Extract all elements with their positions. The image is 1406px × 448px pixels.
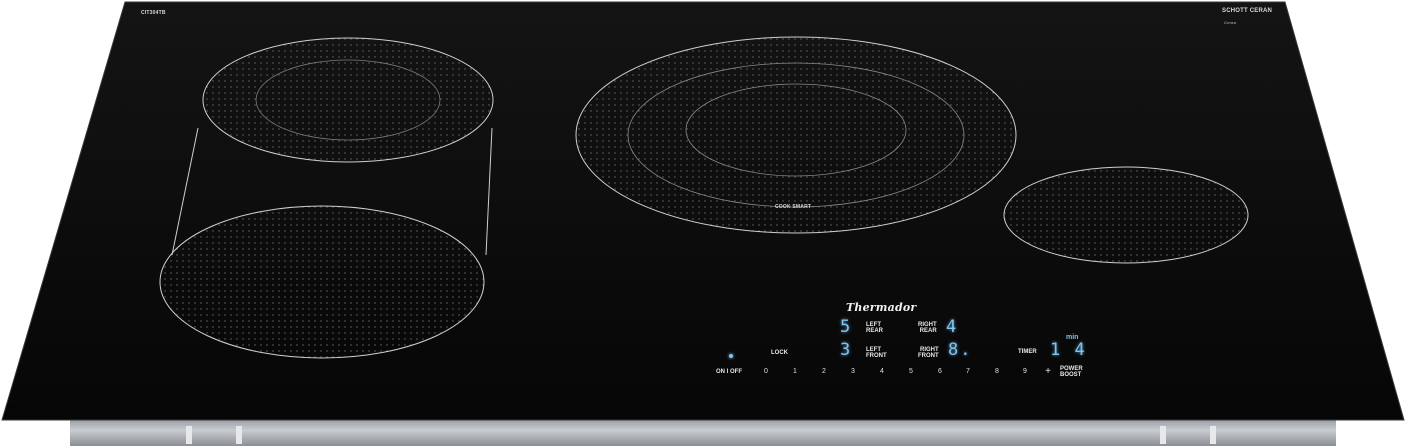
glass-maker-sub: Ceran — [1224, 20, 1237, 25]
left-front-burner — [160, 206, 484, 358]
glass-maker-logo: SCHOTT CERAN — [1222, 8, 1273, 14]
digit-1-button[interactable]: 1 — [788, 368, 802, 375]
timer-label: TIMER — [1018, 349, 1037, 355]
right-front-label: RIGHT FRONT — [918, 347, 939, 359]
left-front-display: 3 — [840, 340, 853, 360]
digit-8-button[interactable]: 8 — [990, 368, 1004, 375]
plus-button[interactable]: + — [1041, 366, 1055, 377]
right-rear-label: RIGHT REAR — [918, 322, 937, 334]
right-rear-label-line2: REAR — [919, 328, 937, 334]
left-rear-label: LEFT REAR — [866, 322, 883, 334]
left-front-label: LEFT FRONT — [866, 347, 887, 359]
right-burner — [1004, 167, 1248, 263]
digit-3-button[interactable]: 3 — [846, 368, 860, 375]
digit-2-button[interactable]: 2 — [817, 368, 831, 375]
cooktop-photo: CIT304TB SCHOTT CERAN Ceran COOK SMART T… — [0, 0, 1406, 448]
brand-logo: Thermador — [846, 301, 917, 314]
digit-4-button[interactable]: 4 — [875, 368, 889, 375]
center-burner — [576, 37, 1016, 233]
digit-9-button[interactable]: 9 — [1018, 368, 1032, 375]
right-front-label-line2: FRONT — [918, 353, 939, 359]
right-rear-display: 4 — [946, 317, 959, 337]
glass-cooktop: CIT304TB SCHOTT CERAN Ceran COOK SMART T… — [0, 0, 1406, 448]
right-front-display: 8. — [948, 340, 973, 360]
power-boost-line2: BOOST — [1060, 372, 1082, 378]
timer-display: 1 4 — [1050, 340, 1087, 360]
on-off-button[interactable]: ON I OFF — [716, 369, 742, 375]
power-boost-button[interactable]: POWER BOOST — [1060, 366, 1083, 378]
left-front-label-line2: FRONT — [866, 353, 887, 359]
left-rear-label-line2: REAR — [866, 328, 884, 334]
left-rear-display: 5 — [840, 317, 853, 337]
digit-5-button[interactable]: 5 — [904, 368, 918, 375]
power-indicator-light — [729, 354, 733, 358]
digit-6-button[interactable]: 6 — [933, 368, 947, 375]
digit-7-button[interactable]: 7 — [961, 368, 975, 375]
digit-0-button[interactable]: 0 — [759, 368, 773, 375]
left-rear-burner — [203, 38, 493, 162]
lock-button[interactable]: LOCK — [771, 350, 788, 356]
model-code: CIT304TB — [141, 10, 166, 16]
